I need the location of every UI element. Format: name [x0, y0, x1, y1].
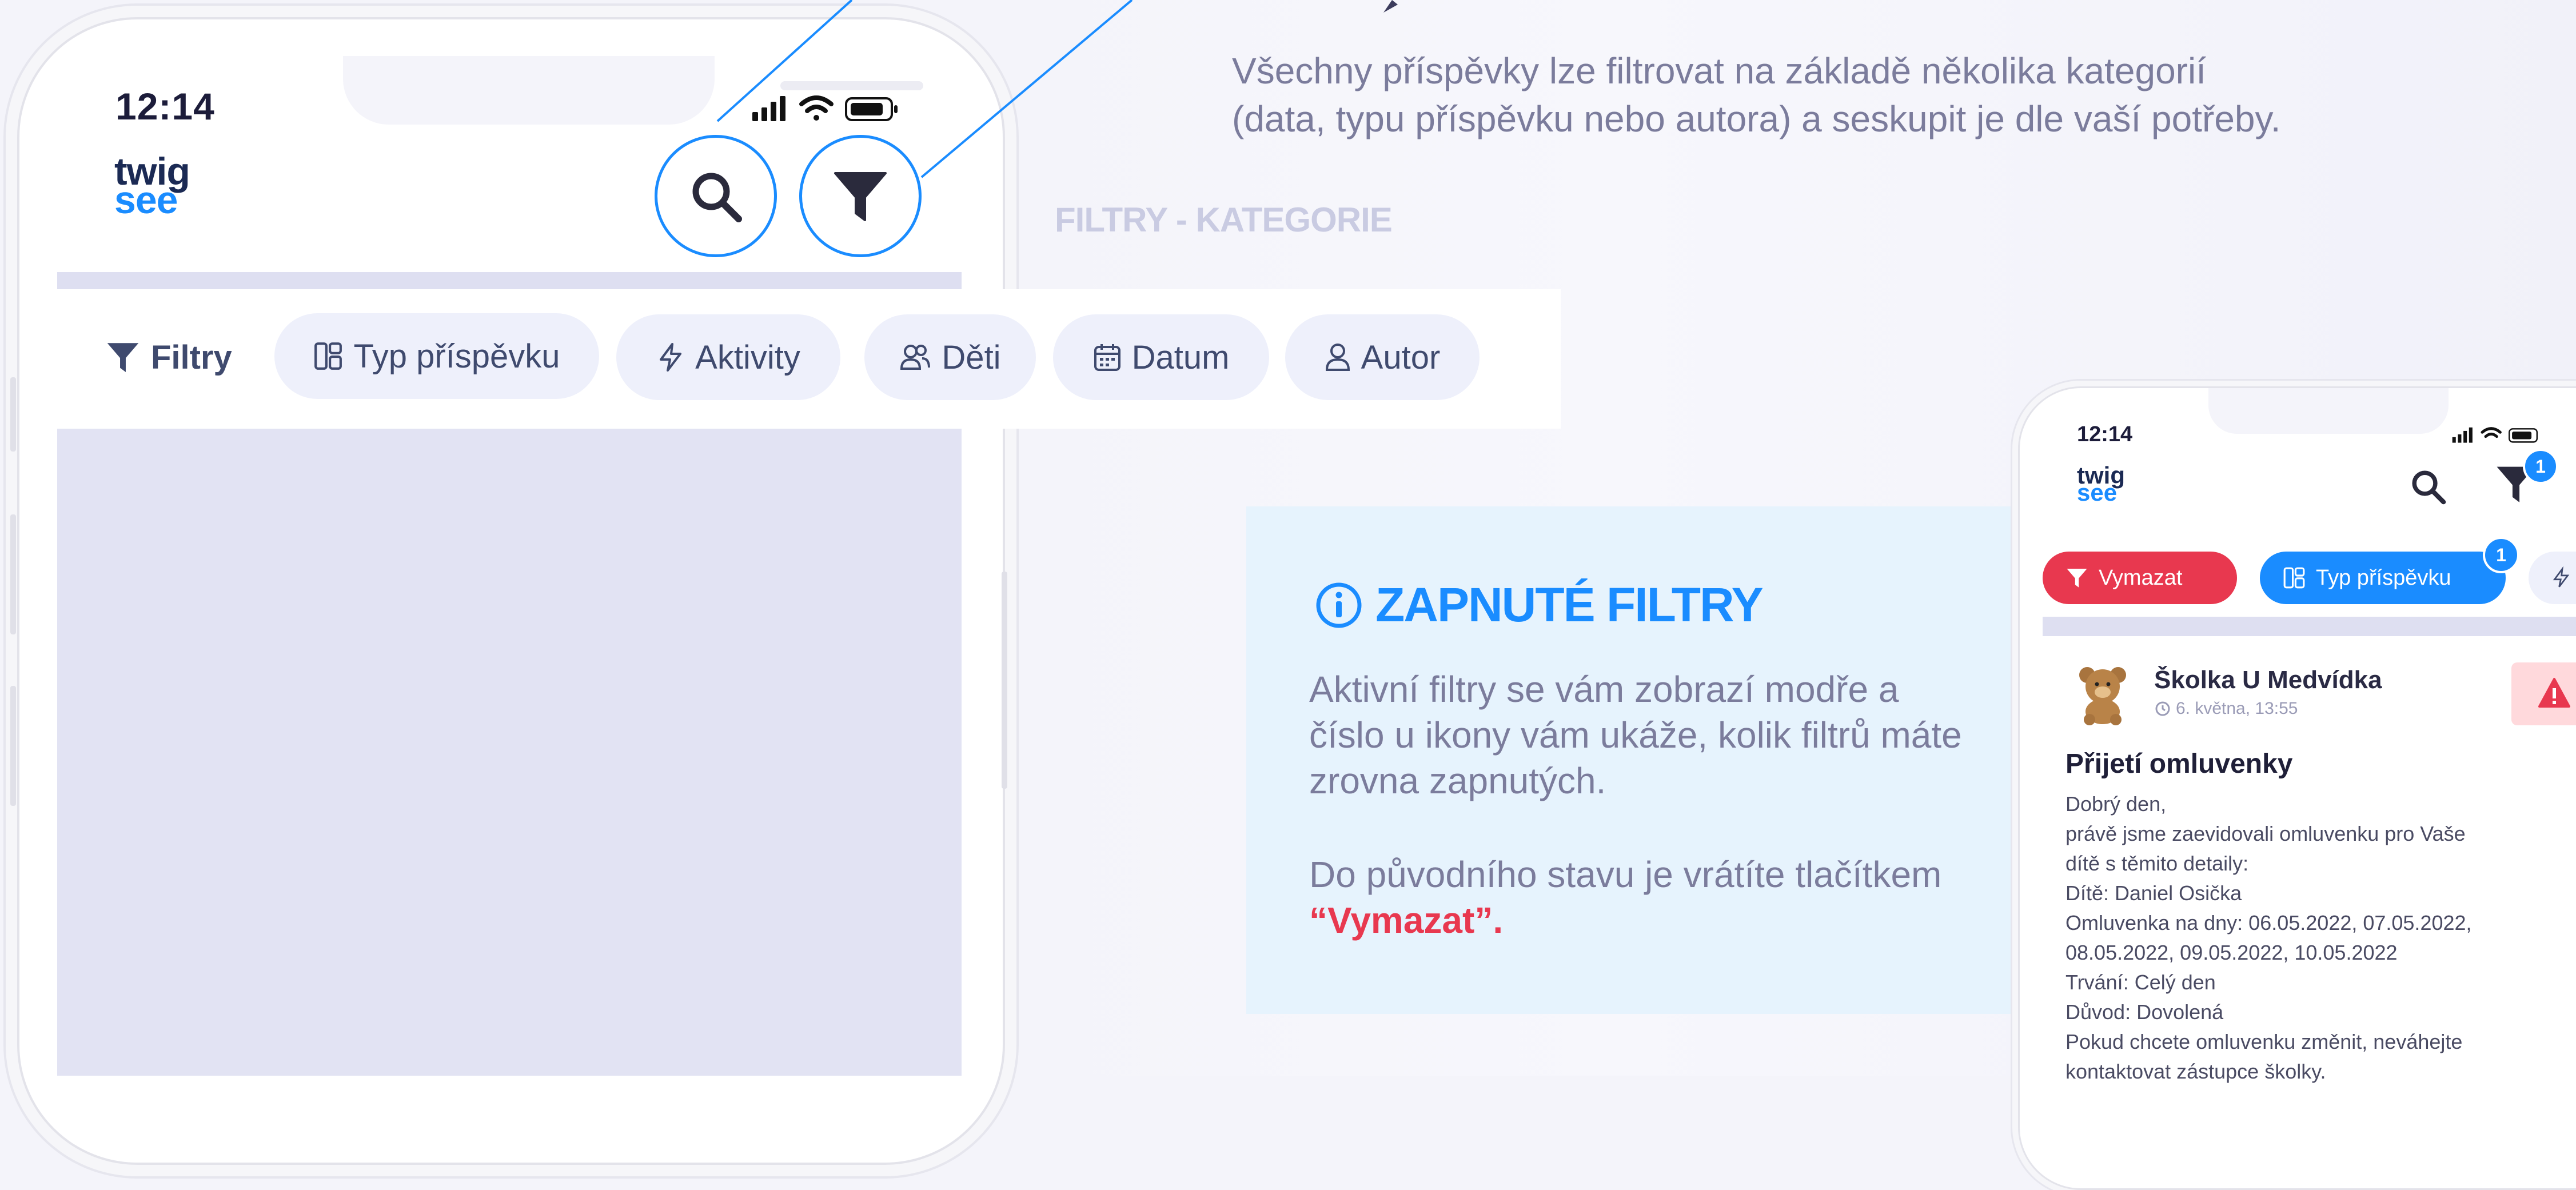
phone-side-button — [2011, 594, 2016, 640]
alert-badge[interactable] — [2511, 662, 2576, 725]
clock-icon — [2155, 701, 2170, 716]
teddy-bear-avatar — [2079, 667, 2126, 725]
chip-post-type[interactable]: Typ příspěvku — [274, 313, 599, 399]
chip-activities[interactable]: Aktivity — [616, 314, 840, 400]
filter-icon — [107, 343, 139, 373]
phone-notch — [2208, 388, 2449, 434]
post-title: Přijetí omluvenky — [2065, 749, 2293, 779]
chip-activities[interactable] — [2529, 552, 2576, 604]
feed-area — [57, 429, 962, 1076]
users-icon — [900, 345, 931, 370]
chip-count-badge: 1 — [2483, 537, 2519, 573]
phone-side-button — [2011, 657, 2016, 749]
info-title: ZAPNUTÉ FILTRY — [1315, 577, 1764, 633]
calendar-icon — [1094, 344, 1120, 371]
status-bar-icons — [2452, 427, 2538, 443]
filter-icon — [834, 172, 887, 221]
bolt-icon — [660, 343, 682, 372]
chip-children[interactable]: Děti — [864, 314, 1036, 400]
info-icon — [1316, 582, 1362, 628]
layout-icon — [2283, 567, 2305, 589]
search-icon[interactable] — [2408, 467, 2447, 506]
post-sender: Školka U Medvídka — [2154, 666, 2382, 694]
chip-author[interactable]: Autor — [1285, 314, 1480, 400]
warning-icon — [2538, 678, 2570, 708]
description-text: Všechny příspěvky lze filtrovat na zákla… — [1232, 50, 2281, 139]
info-paragraph-reset: Do původního stavu je vrátíte tlačítkem … — [1309, 854, 1942, 941]
chip-post-type-active[interactable]: Typ příspěvku — [2260, 552, 2506, 604]
search-button[interactable] — [655, 135, 777, 257]
filters-label[interactable]: Filtry — [105, 314, 232, 400]
search-icon — [692, 173, 742, 222]
chip-date[interactable]: Datum — [1053, 314, 1269, 400]
clear-filters-button[interactable]: Vymazat — [2043, 552, 2237, 604]
header-divider — [2043, 617, 2576, 636]
filter-icon — [2067, 569, 2087, 588]
header-divider — [57, 272, 962, 289]
info-box: ZAPNUTÉ FILTRY Aktivní filtry se vám zob… — [1246, 506, 2024, 1014]
post-body: Dobrý den, právě jsme zaevidovali omluve… — [2065, 792, 2472, 1083]
post-date: 6. května, 13:55 — [2154, 699, 2298, 718]
filter-count-badge: 1 — [2523, 449, 2558, 484]
filter-bar: Filtry Typ příspěvku Aktivity Děti Datum… — [57, 289, 1561, 429]
filter-button[interactable] — [799, 135, 922, 257]
layout-icon — [314, 342, 342, 370]
bolt-icon — [2553, 566, 2570, 588]
twigsee-logo: twig see — [2077, 462, 2125, 506]
status-time: 12:14 — [2077, 422, 2133, 446]
small-phone: 12:14 twig see 1 Vymazat Typ příspěvku 1 — [2018, 386, 2576, 1190]
user-icon — [1325, 344, 1350, 371]
info-paragraph: Aktivní filtry se vám zobrazí modře a čí… — [1309, 669, 1962, 801]
clear-hint: “Vymazat”. — [1309, 900, 1504, 941]
section-label: FILTRY - KATEGORIE — [1055, 201, 1393, 239]
